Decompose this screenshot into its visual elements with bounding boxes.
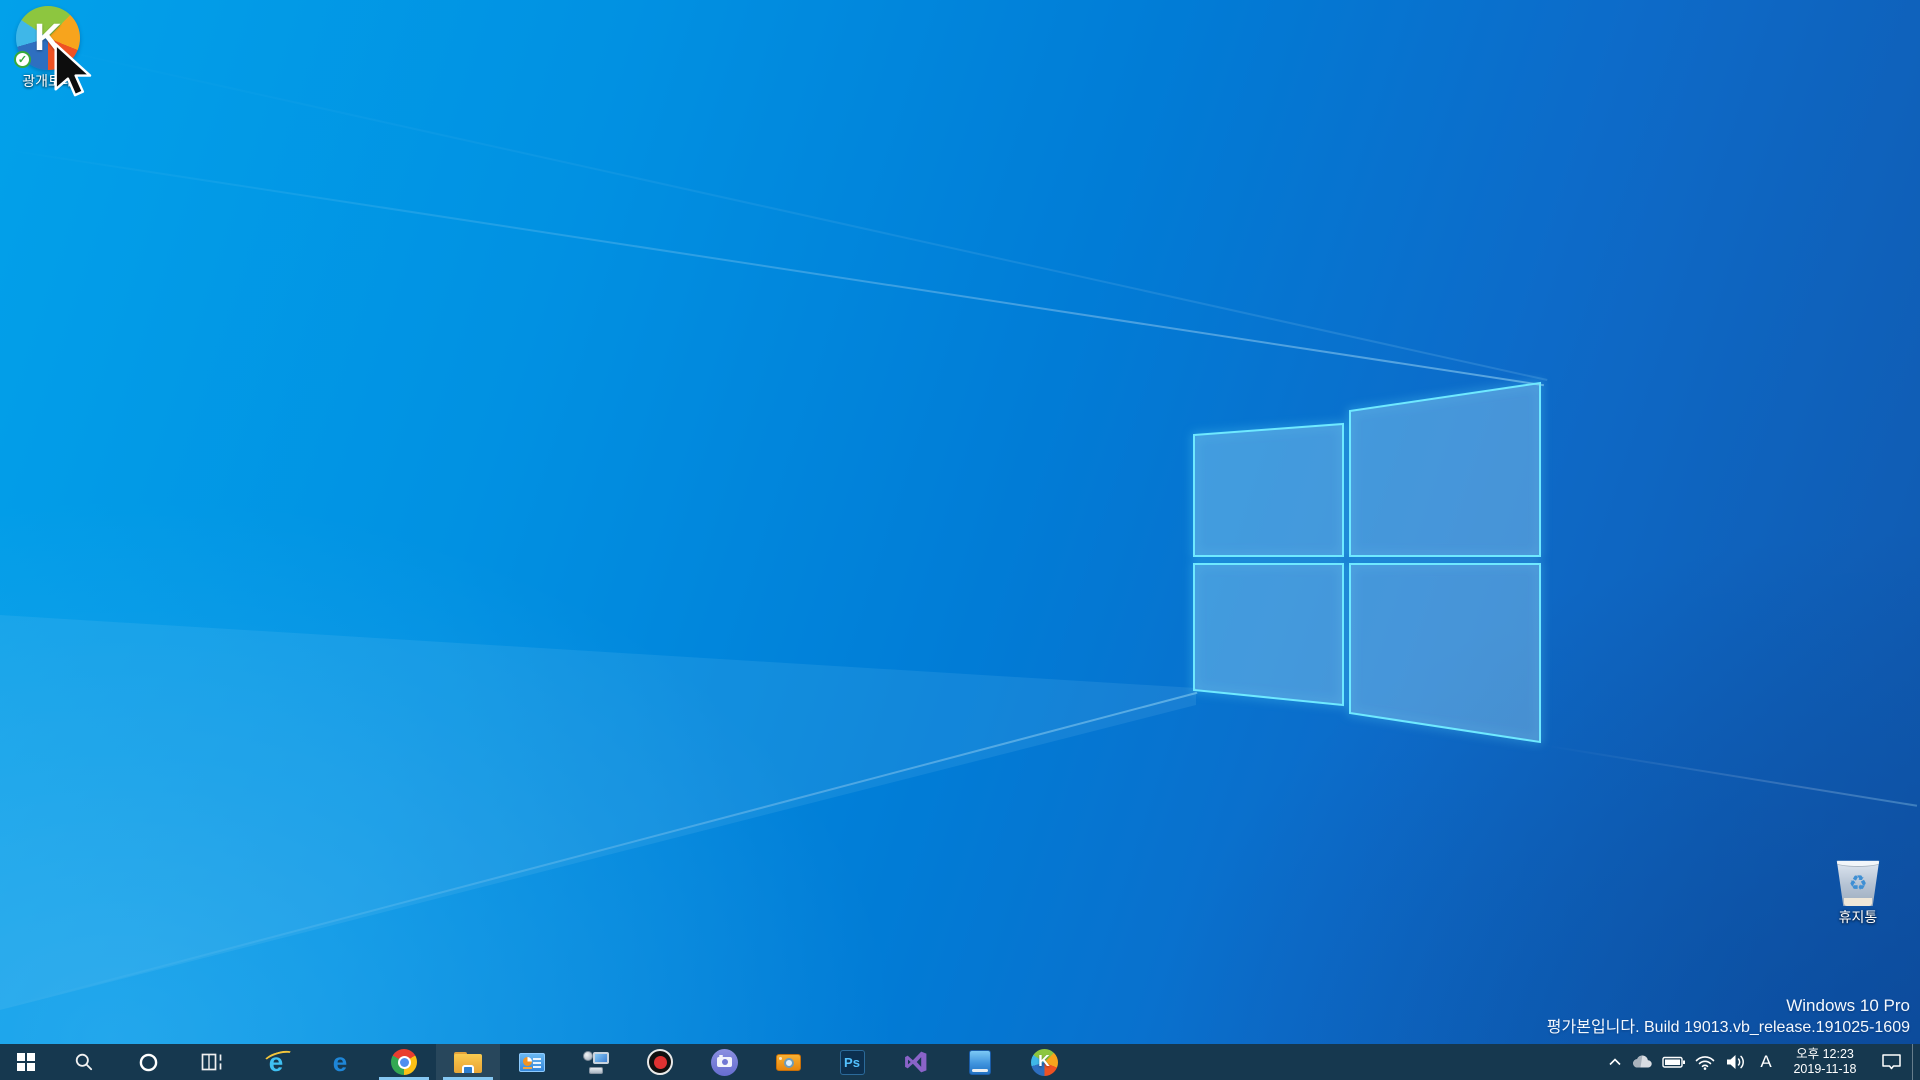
camera-utility-button[interactable]	[756, 1044, 820, 1080]
windows-start-icon	[17, 1053, 35, 1071]
search-icon	[74, 1052, 94, 1072]
ime-mode-label: A	[1760, 1052, 1771, 1072]
control-panel-button[interactable]	[500, 1044, 564, 1080]
cortana-button[interactable]	[116, 1044, 180, 1080]
battery-icon	[1662, 1053, 1686, 1071]
speaker-icon	[1725, 1053, 1747, 1071]
action-center-button[interactable]	[1870, 1044, 1912, 1080]
system-tools-icon	[583, 1050, 610, 1075]
visual-studio-icon	[903, 1049, 929, 1075]
task-view-button[interactable]	[180, 1044, 244, 1080]
light-beam	[1542, 744, 1917, 807]
show-desktop-button[interactable]	[1912, 1044, 1920, 1080]
start-button[interactable]	[0, 1044, 52, 1080]
checkmark-badge-icon: ✓	[14, 51, 31, 68]
k-app-icon: K	[1031, 1049, 1058, 1076]
recycle-bin-rim	[1835, 858, 1881, 867]
onedrive-tray-button[interactable]	[1628, 1044, 1658, 1080]
mouse-cursor-icon	[52, 42, 96, 100]
network-tray-button[interactable]	[1690, 1044, 1720, 1080]
watermark-edition: Windows 10 Pro	[1547, 995, 1910, 1017]
recycle-bin-label: 휴지통	[1816, 909, 1900, 925]
task-view-icon	[201, 1052, 224, 1072]
camera-circle-icon	[711, 1049, 738, 1076]
light-beam	[0, 36, 1547, 381]
photoshop-button[interactable]: Ps	[820, 1044, 884, 1080]
wifi-icon	[1694, 1053, 1716, 1071]
evaluation-watermark: Windows 10 Pro 평가본입니다. Build 19013.vb_re…	[1547, 995, 1910, 1038]
desktop-icon-recycle-bin[interactable]: ♻ 휴지통	[1816, 858, 1900, 925]
recycle-bin-band	[1844, 898, 1872, 906]
system-tray: A 오후 12:23 2019-11-18	[1602, 1044, 1920, 1080]
watermark-build: 평가본입니다. Build 19013.vb_release.191025-16…	[1547, 1017, 1910, 1038]
chrome-icon	[391, 1049, 417, 1075]
record-icon	[647, 1049, 673, 1075]
edge-icon: e	[333, 1049, 347, 1075]
recycle-symbol-icon: ♻	[1835, 871, 1881, 895]
ocam-button[interactable]	[692, 1044, 756, 1080]
light-beam	[0, 148, 1544, 386]
file-explorer-icon	[454, 1052, 482, 1073]
taskbar: e e Ps	[0, 1044, 1920, 1080]
internet-explorer-button[interactable]: e	[244, 1044, 308, 1080]
orange-camera-icon	[776, 1054, 801, 1071]
chrome-button[interactable]	[372, 1044, 436, 1080]
control-panel-icon	[519, 1053, 545, 1072]
ime-mode-button[interactable]: A	[1752, 1044, 1780, 1080]
visual-studio-button[interactable]	[884, 1044, 948, 1080]
photoshop-icon: Ps	[840, 1050, 865, 1075]
onedrive-cloud-icon	[1631, 1053, 1655, 1071]
internet-explorer-icon: e	[269, 1049, 283, 1075]
battery-tray-button[interactable]	[1658, 1044, 1690, 1080]
action-center-icon	[1881, 1053, 1902, 1071]
k-app-taskbar-button[interactable]: K	[1012, 1044, 1076, 1080]
volume-tray-button[interactable]	[1720, 1044, 1752, 1080]
system-tools-button[interactable]	[564, 1044, 628, 1080]
clock-tray-button[interactable]: 오후 12:23 2019-11-18	[1780, 1044, 1870, 1080]
notebook-icon	[969, 1050, 991, 1075]
taskbar-search-button[interactable]	[52, 1044, 116, 1080]
desktop-wallpaper	[0, 0, 1920, 1080]
bandicam-button[interactable]	[628, 1044, 692, 1080]
cortana-circle-icon	[138, 1052, 159, 1073]
chevron-up-icon	[1606, 1054, 1624, 1070]
file-explorer-button[interactable]	[436, 1044, 500, 1080]
notebook-app-button[interactable]	[948, 1044, 1012, 1080]
windows-flag-logo	[1190, 378, 1544, 746]
recycle-bin-icon[interactable]: ♻	[1835, 858, 1881, 906]
tray-time: 오후 12:23	[1796, 1047, 1854, 1062]
tray-date: 2019-11-18	[1793, 1062, 1856, 1077]
hidden-icons-button[interactable]	[1602, 1044, 1628, 1080]
edge-button[interactable]: e	[308, 1044, 372, 1080]
light-wedge	[0, 0, 1920, 1080]
